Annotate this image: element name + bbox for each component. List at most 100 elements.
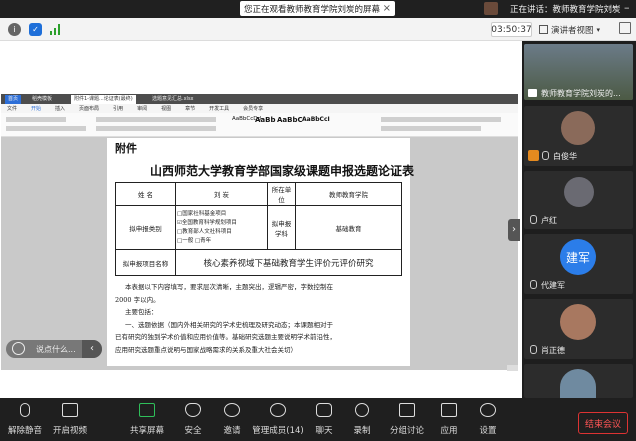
wps-tab[interactable]: 选题意见汇总.xlsx [149,95,197,104]
settings-button[interactable]: 设置 [463,401,513,441]
style-sample[interactable]: AaBbCcI [302,116,330,123]
breakout-icon [399,403,415,417]
host-icon [528,150,539,161]
record-button[interactable]: 录制 [337,401,387,441]
wps-tab[interactable]: 首页 [5,95,22,104]
style-sample[interactable]: AaBbC [277,116,303,124]
discipline-value: 基础教育 [295,205,402,250]
video-icon [528,89,537,97]
button-label: 共享屏幕 [129,426,164,436]
mic-muted-icon [20,403,30,417]
info-icon[interactable]: i [8,23,21,36]
participant-tile[interactable]: 卢红 [524,171,633,229]
sharing-banner-text: 您正在观看教师教育学院刘炭的屏幕 [244,4,381,15]
name-label: 姓 名 [115,182,176,206]
proposal-form-table: 姓 名 刘 炭 所在单位 教师教育学院 拟申报类别 □国家社科基金项目 ☑全国教… [115,182,402,276]
close-icon[interactable]: × [383,3,391,14]
unit-label: 所在单位 [267,182,296,206]
shield-icon[interactable]: ✓ [29,23,42,36]
participant-tile[interactable]: 白俊华 [524,106,633,166]
speaker-avatar [484,2,498,15]
avatar [560,369,596,398]
unit-value: 教师教育学院 [295,182,402,206]
apps-icon [441,403,457,417]
button-label: 录制 [353,426,371,436]
wps-menu-item[interactable]: 引用 [113,105,123,112]
ribbon-group [6,126,86,131]
end-meeting-button[interactable]: 结束会议 [578,412,628,434]
wps-menu-item[interactable]: 视图 [161,105,171,112]
members-icon [270,403,286,417]
category-option: □国家社科基金项目 [177,210,227,217]
sharing-banner: 您正在观看教师教育学院刘炭的屏幕 × [240,1,395,16]
scrollbar[interactable] [507,365,518,371]
avatar [561,111,595,145]
project-name-value: 核心素养视域下基础教育学生评价元评价研究 [175,249,402,276]
share-screen-icon [139,403,155,417]
collapse-comment-icon[interactable]: ‹ [82,340,102,358]
button-label: 解除静音 [7,426,42,436]
wps-tab[interactable]: 附件1-课题...论证表(最终) [71,95,136,104]
wps-menu-item[interactable]: 审阅 [137,105,147,112]
chevron-down-icon: ▾ [596,25,601,34]
participant-tile[interactable]: 建军 代建军 [524,234,633,294]
wps-menu-item[interactable]: 章节 [185,105,195,112]
ribbon-group [96,126,216,131]
meeting-window: 您正在观看教师教育学院刘炭的屏幕 × 正在讲话：教师教育学院刘炭 ··· – i… [0,0,636,441]
mic-icon [530,345,537,354]
meeting-timer: 03:50:37 [491,22,532,37]
participant-name: 代建军 [541,281,565,290]
participant-tile[interactable] [524,364,633,398]
wps-menu-item[interactable]: 文件 [7,105,17,112]
document-body: 本表据以下内容填写，要求层次清晰，主题突出，逻辑严密，字数控制在 2000 字以… [115,281,405,356]
project-name-label: 拟申报项目名称 [115,249,176,276]
wps-menu-item[interactable]: 页面布局 [79,105,99,112]
view-mode-button[interactable]: 演讲者视图 ▾ [539,22,609,37]
style-sample[interactable]: AaBb [255,116,276,124]
speaking-label: 正在讲话：教师教育学院刘炭 [510,5,621,15]
chat-icon [316,403,332,417]
wps-menu-item[interactable]: 会员专享 [243,105,263,112]
avatar [564,177,594,207]
category-option: □教育部人文社科项目 [177,228,232,235]
participant-name: 卢红 [541,216,557,225]
share-screen-button[interactable]: 共享屏幕 [122,401,172,441]
video-off-icon [62,403,78,417]
ribbon-group [381,117,501,122]
category-label: 拟申报类别 [115,205,176,250]
more-icon[interactable]: ··· [609,3,618,13]
participant-tile[interactable]: 教师教育学院刘炭的... [524,44,633,100]
avatar: 建军 [560,239,596,275]
attachment-label: 附件 [115,142,137,155]
document-heading: 山西师范大学教育学部国家级课题申报选题论证表 [150,164,415,178]
mic-icon [542,151,549,160]
signal-icon[interactable] [50,24,60,35]
comment-placeholder[interactable]: 说点什么... [36,344,76,355]
body-line: 主要包括： [125,308,158,316]
start-video-button[interactable]: 开启视频 [45,401,95,441]
body-line: 2000 字以内。 [115,295,160,304]
unmute-button[interactable]: 解除静音 [0,401,50,441]
avatar [560,304,596,340]
sidebar-collapse-handle[interactable]: › [508,219,520,241]
participant-tile[interactable]: 肖正德 [524,299,633,359]
smiley-icon[interactable] [12,342,25,355]
minimize-icon[interactable]: – [624,1,630,14]
wps-tab-bar: 首页 稻壳模板 附件1-课题...论证表(最终) 选题意见汇总.xlsx [1,94,518,104]
ribbon-group [96,117,216,122]
button-label: 开启视频 [52,426,87,436]
mic-icon [530,215,537,224]
wps-menu-item[interactable]: 开始 [31,105,41,112]
button-label: 设置 [479,426,497,436]
body-line: 一、选题依据（国内外相关研究的学术史梳理及研究动态；本课题相对于 [125,320,333,329]
wps-tab[interactable]: 稻壳模板 [29,95,55,104]
wps-menu-item[interactable]: 开发工具 [209,105,229,112]
body-line: 应用研究选题重点说明与国家战略需求的关系及重大社会关切） [115,345,297,354]
category-option: ☑全国教育科学规划项目 [177,219,237,226]
shield-icon [185,403,201,417]
participant-name: 教师教育学院刘炭的... [541,89,621,98]
wps-menu-item[interactable]: 插入 [55,105,65,112]
fullscreen-icon[interactable] [619,22,631,34]
participant-name: 白俊华 [553,152,577,161]
record-icon [355,403,369,417]
